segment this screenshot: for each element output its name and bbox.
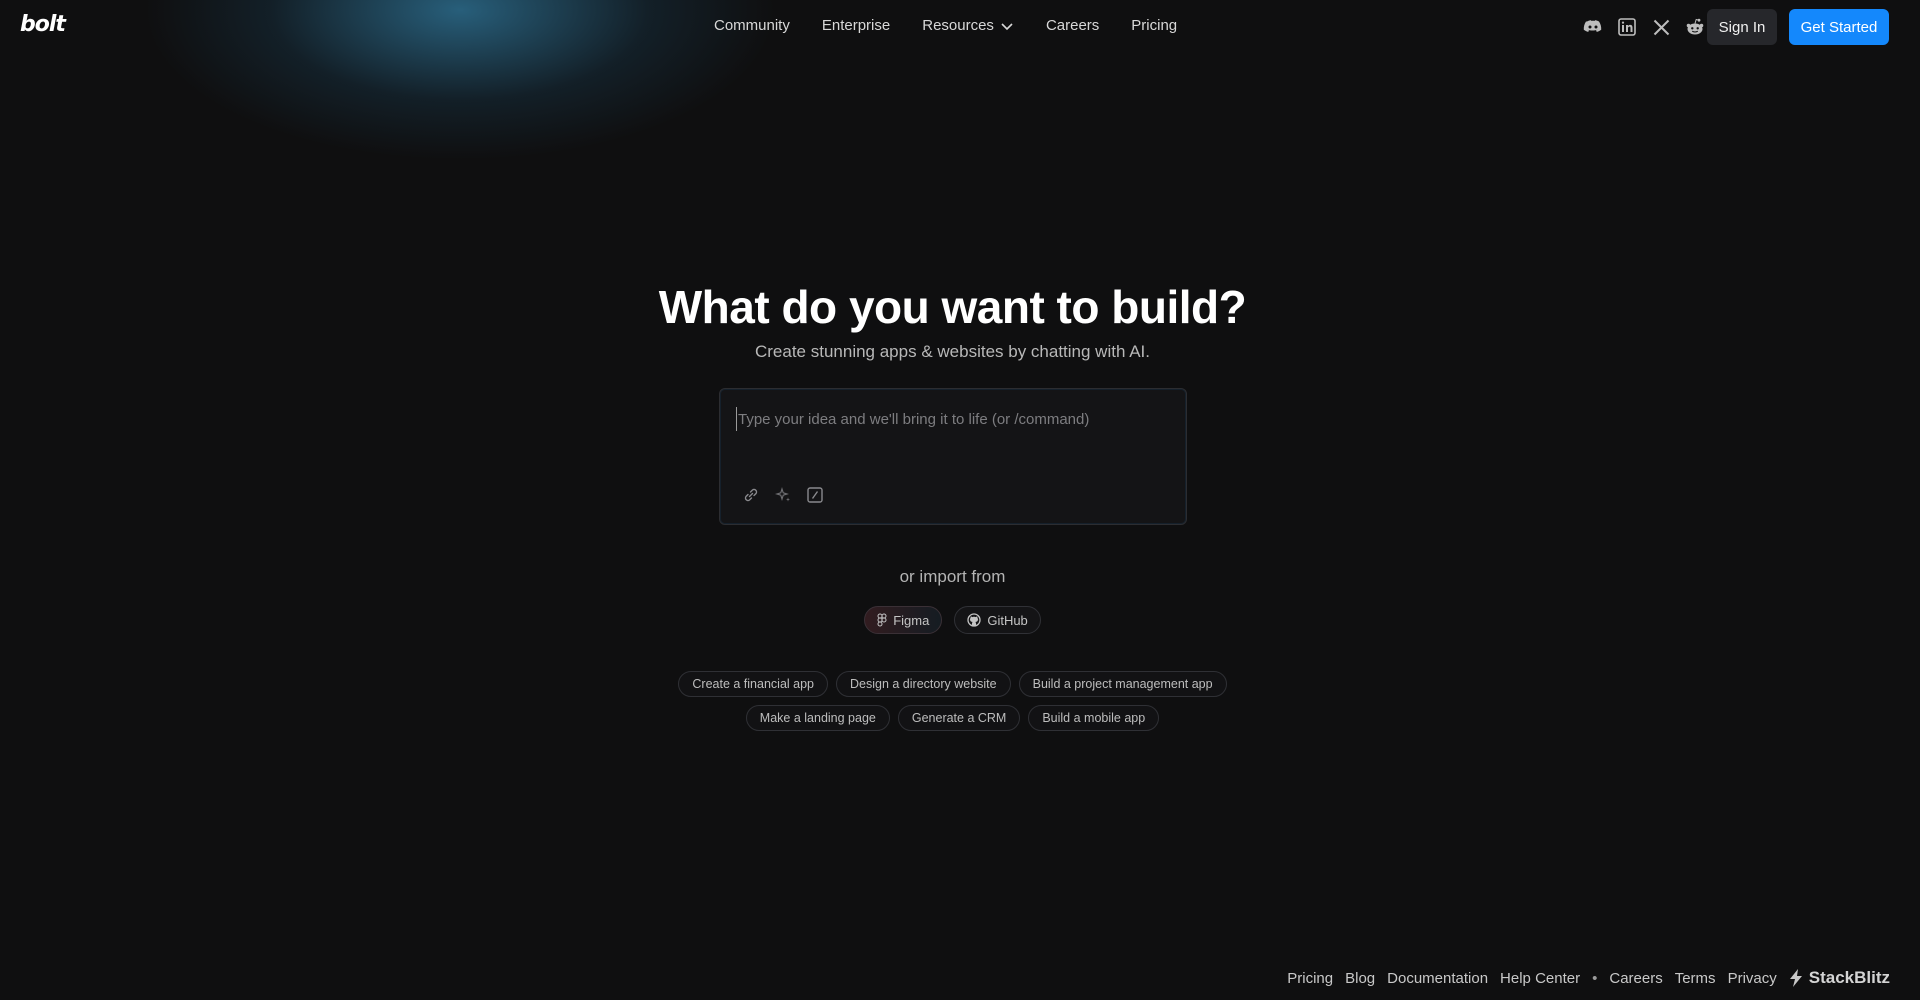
x-icon[interactable] (1650, 16, 1672, 38)
footer-link-blog[interactable]: Blog (1345, 970, 1375, 987)
bolt-logo[interactable]: bolt (20, 12, 66, 37)
nav-item-resources-label: Resources (922, 17, 994, 34)
main-nav: Community Enterprise Resources Careers P… (714, 17, 1177, 34)
import-sources: Figma GitHub (0, 606, 1905, 634)
suggestion-chip[interactable]: Make a landing page (745, 705, 890, 731)
suggestions-row-1: Create a financial app Design a director… (0, 671, 1905, 697)
top-header: bolt Community Enterprise Resources Care… (0, 0, 1920, 54)
suggestions-row-2: Make a landing page Generate a CRM Build… (0, 705, 1905, 731)
command-icon[interactable] (805, 485, 825, 505)
linkedin-icon[interactable] (1616, 16, 1638, 38)
github-icon (967, 613, 981, 627)
hero-subtitle: Create stunning apps & websites by chatt… (754, 342, 1150, 361)
prompt-box (719, 388, 1187, 525)
import-github-button[interactable]: GitHub (954, 606, 1041, 634)
suggestion-chip[interactable]: Generate a CRM (897, 705, 1021, 731)
get-started-button[interactable]: Get Started (1789, 9, 1889, 45)
lightning-bolt-icon (1789, 969, 1802, 987)
import-figma-button[interactable]: Figma (864, 606, 943, 634)
import-label: or import from (899, 567, 1006, 586)
footer-link-help-center[interactable]: Help Center (1500, 970, 1580, 987)
link-icon[interactable] (741, 485, 761, 505)
footer-link-terms[interactable]: Terms (1675, 970, 1716, 987)
chevron-down-icon (1001, 22, 1013, 30)
social-links (1582, 16, 1706, 38)
footer: Pricing Blog Documentation Help Center •… (1287, 968, 1890, 988)
suggestion-chip[interactable]: Build a mobile app (1028, 705, 1160, 731)
stackblitz-logo[interactable]: StackBlitz (1789, 968, 1890, 988)
suggestion-chip[interactable]: Create a financial app (678, 671, 828, 697)
footer-link-pricing[interactable]: Pricing (1287, 970, 1333, 987)
suggestion-chip[interactable]: Build a project management app (1018, 671, 1227, 697)
nav-item-community[interactable]: Community (714, 17, 790, 34)
nav-item-pricing[interactable]: Pricing (1131, 17, 1177, 34)
import-github-label: GitHub (987, 612, 1028, 628)
nav-item-enterprise[interactable]: Enterprise (822, 17, 890, 34)
import-figma-label: Figma (893, 612, 930, 628)
prompt-toolbar (741, 485, 825, 505)
suggestion-chip[interactable]: Design a directory website (836, 671, 1011, 697)
footer-separator: • (1592, 969, 1598, 987)
sign-in-button[interactable]: Sign In (1707, 9, 1777, 45)
prompt-input[interactable] (736, 407, 1166, 431)
nav-item-resources[interactable]: Resources (922, 17, 1014, 34)
stackblitz-label: StackBlitz (1808, 968, 1890, 987)
discord-icon[interactable] (1582, 16, 1604, 38)
sparkle-icon[interactable] (773, 485, 793, 505)
footer-link-privacy[interactable]: Privacy (1728, 970, 1777, 987)
nav-item-careers[interactable]: Careers (1046, 17, 1099, 34)
figma-icon (877, 613, 887, 627)
footer-link-documentation[interactable]: Documentation (1387, 970, 1488, 987)
reddit-icon[interactable] (1684, 16, 1706, 38)
footer-link-careers[interactable]: Careers (1609, 970, 1662, 987)
hero-title: What do you want to build? (658, 281, 1247, 333)
